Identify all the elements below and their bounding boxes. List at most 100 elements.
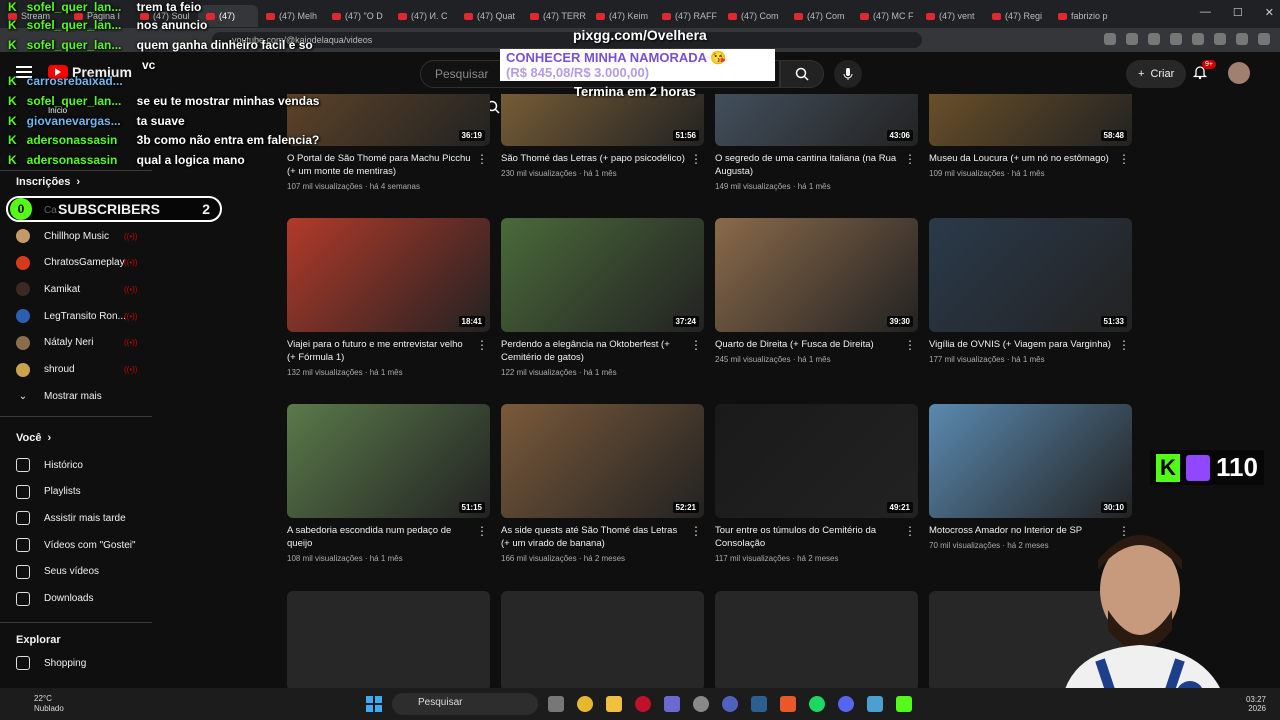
notepad-icon[interactable]: [867, 696, 883, 712]
app-icon[interactable]: [693, 696, 709, 712]
browser-tab[interactable]: (47) RAFF: [654, 5, 720, 27]
sidebar-channel-item[interactable]: shroud ((•)): [16, 360, 156, 380]
more-options-icon[interactable]: ⋮: [690, 524, 702, 538]
extension-icon[interactable]: [1148, 33, 1160, 45]
video-title[interactable]: O segredo de uma cantina italiana (na Ru…: [715, 152, 900, 178]
extension-icon[interactable]: [1192, 33, 1204, 45]
more-options-icon[interactable]: ⋮: [904, 152, 916, 166]
sidebar-channel-item[interactable]: Chillhop Music ((•)): [16, 226, 156, 246]
browser-tab[interactable]: (47) Melh: [258, 5, 324, 27]
sidebar-item-playlists[interactable]: Playlists: [16, 482, 156, 502]
video-title[interactable]: Quarto de Direita (+ Fusca de Direita): [715, 338, 900, 351]
video-thumbnail[interactable]: 58:48: [929, 94, 1132, 146]
video-title[interactable]: Vigília de OVNIS (+ Viagem para Varginha…: [929, 338, 1114, 351]
browser-tab[interactable]: (47) Com: [786, 5, 852, 27]
discord-icon[interactable]: [838, 696, 854, 712]
task-view-icon[interactable]: [548, 696, 564, 712]
extension-icon[interactable]: [1236, 33, 1248, 45]
app-icon[interactable]: [664, 696, 680, 712]
video-thumbnail[interactable]: 18:41: [287, 218, 490, 332]
sidebar-item-liked-videos[interactable]: Vídeos com "Gostei": [16, 535, 156, 555]
show-more-button[interactable]: ⌄ Mostrar mais: [16, 386, 156, 406]
video-title[interactable]: Viajei para o futuro e me entrevistar ve…: [287, 338, 472, 364]
extension-icon[interactable]: [1170, 33, 1182, 45]
more-options-icon[interactable]: ⋮: [690, 338, 702, 352]
more-options-icon[interactable]: ⋮: [476, 338, 488, 352]
video-card[interactable]: 36:19 O Portal de São Thomé para Machu Pi…: [287, 32, 490, 191]
spotify-icon[interactable]: [809, 696, 825, 712]
more-options-icon[interactable]: ⋮: [690, 152, 702, 166]
close-window-icon[interactable]: ✕: [1265, 6, 1274, 19]
video-thumbnail[interactable]: 52:21: [501, 404, 704, 518]
sidebar-channel-item[interactable]: Nátaly Neri ((•)): [16, 333, 156, 353]
video-thumbnail[interactable]: 39:30: [715, 218, 918, 332]
video-thumbnail[interactable]: 49:21: [715, 404, 918, 518]
live-indicator-icon: ((•)): [124, 311, 138, 321]
video-title[interactable]: Museu da Loucura (+ um nó no estômago): [929, 152, 1114, 165]
sidebar-item-downloads[interactable]: Downloads: [16, 589, 156, 609]
video-card[interactable]: 18:41 Viajei para o futuro e me entrevist…: [287, 218, 490, 377]
browser-tab[interactable]: (47) TERR: [522, 5, 588, 27]
chrome-icon[interactable]: [577, 696, 593, 712]
video-thumbnail[interactable]: 37:24: [501, 218, 704, 332]
video-thumbnail[interactable]: 36:19: [287, 94, 490, 146]
sidebar-channel-item[interactable]: Kamikat ((•)): [16, 279, 156, 299]
account-avatar[interactable]: [1228, 62, 1250, 84]
browser-tab[interactable]: (47) И. С: [390, 5, 456, 27]
video-card[interactable]: 52:21 As side quests até São Thomé das Le…: [501, 404, 704, 563]
minimize-icon[interactable]: —: [1200, 6, 1211, 19]
maximize-icon[interactable]: ☐: [1233, 6, 1243, 19]
browser-tab[interactable]: (47) Com: [720, 5, 786, 27]
video-thumbnail[interactable]: 30:10: [929, 404, 1132, 518]
opera-icon[interactable]: [635, 696, 651, 712]
you-heading[interactable]: Você ›: [16, 432, 51, 444]
video-thumbnail[interactable]: 51:15: [287, 404, 490, 518]
video-title[interactable]: As side quests até São Thomé das Letras …: [501, 524, 686, 550]
browser-tab[interactable]: fabrizio p: [1050, 5, 1116, 27]
app-icon[interactable]: [722, 696, 738, 712]
sidebar-item-shopping[interactable]: Shopping: [16, 653, 156, 673]
extension-icon[interactable]: [1258, 33, 1270, 45]
more-options-icon[interactable]: ⋮: [904, 338, 916, 352]
browser-tab[interactable]: (47) Regi: [984, 5, 1050, 27]
video-title[interactable]: A sabedoria escondida num pedaço de quei…: [287, 524, 472, 550]
more-options-icon[interactable]: ⋮: [904, 524, 916, 538]
file-explorer-icon[interactable]: [606, 696, 622, 712]
browser-tab[interactable]: (47) Keim: [588, 5, 654, 27]
windows-start-icon[interactable]: [366, 696, 382, 712]
browser-tab[interactable]: (47) vent: [918, 5, 984, 27]
sidebar-item-your-videos[interactable]: Seus vídeos: [16, 562, 156, 582]
extension-icon[interactable]: [1214, 33, 1226, 45]
more-options-icon[interactable]: ⋮: [1118, 338, 1130, 352]
browser-tab[interactable]: (47) "O D: [324, 5, 390, 27]
browser-tab[interactable]: (47) MC F: [852, 5, 918, 27]
more-options-icon[interactable]: ⋮: [1118, 152, 1130, 166]
video-card[interactable]: 58:48 Museu da Loucura (+ um nó no estôma…: [929, 32, 1132, 178]
video-card[interactable]: 51:15 A sabedoria escondida num pedaço de…: [287, 404, 490, 563]
more-options-icon[interactable]: ⋮: [476, 524, 488, 538]
video-card[interactable]: 37:24 Perdendo a elegância na Oktoberfest…: [501, 218, 704, 377]
video-title[interactable]: Tour entre os túmulos do Cemitério da Co…: [715, 524, 900, 550]
more-options-icon[interactable]: ⋮: [476, 152, 488, 166]
video-thumbnail[interactable]: 51:33: [929, 218, 1132, 332]
weather-widget[interactable]: 22°C Nublado: [12, 694, 64, 714]
sidebar-item-history[interactable]: Histórico: [16, 455, 156, 475]
video-card[interactable]: 39:30 Quarto de Direita (+ Fusca de Direi…: [715, 218, 918, 364]
video-title[interactable]: Perdendo a elegância na Oktoberfest (+ C…: [501, 338, 686, 364]
video-title[interactable]: São Thomé das Letras (+ papo psicodélico…: [501, 152, 686, 165]
taskbar-search[interactable]: Pesquisar: [392, 693, 538, 715]
subscriptions-heading[interactable]: Inscrições ›: [16, 176, 80, 188]
video-card[interactable]: 49:21 Tour entre os túmulos do Cemitério …: [715, 404, 918, 563]
create-button[interactable]: + Criar: [1126, 60, 1187, 88]
sidebar-channel-item[interactable]: ChratosGameplay ((•)): [16, 253, 156, 273]
system-clock[interactable]: 03:27 2026: [1246, 695, 1266, 713]
steam-icon[interactable]: [751, 696, 767, 712]
video-card[interactable]: 51:33 Vigília de OVNIS (+ Viagem para Var…: [929, 218, 1132, 364]
sidebar-channel-item[interactable]: LegTransito Ron... ((•)): [16, 306, 156, 326]
video-title[interactable]: O Portal de São Thomé para Machu Picchu …: [287, 152, 472, 178]
brave-icon[interactable]: [780, 696, 796, 712]
sidebar-item-watch-later[interactable]: Assistir mais tarde: [16, 508, 156, 528]
kick-app-icon[interactable]: [896, 696, 912, 712]
browser-tab[interactable]: (47) Quat: [456, 5, 522, 27]
explore-heading: Explorar: [16, 634, 61, 646]
